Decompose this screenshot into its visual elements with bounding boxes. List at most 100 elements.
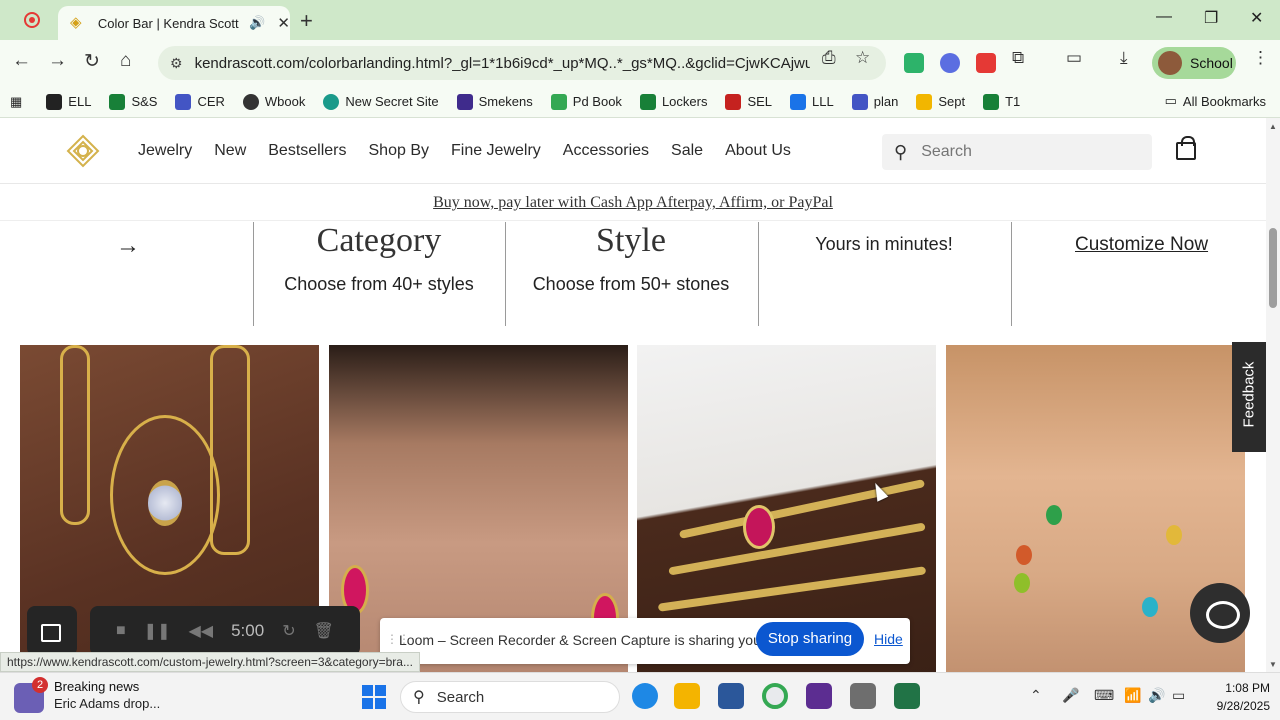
bookmark-star-icon[interactable]: ☆ <box>855 48 870 68</box>
promo-link[interactable]: Buy now, pay later with Cash App Afterpa… <box>433 194 833 211</box>
scroll-up-icon[interactable]: ▲ <box>1269 122 1277 131</box>
bookmark-item[interactable]: Sept <box>916 93 965 110</box>
step-title: Style <box>596 222 666 259</box>
search-icon: ⚲ <box>413 689 425 706</box>
nav-sale[interactable]: Sale <box>671 142 703 160</box>
all-bookmarks[interactable]: ▭ All Bookmarks <box>1165 93 1266 109</box>
nav-shop-by[interactable]: Shop By <box>369 142 429 160</box>
nav-fine-jewelry[interactable]: Fine Jewelry <box>451 142 541 160</box>
edge-icon[interactable] <box>632 683 658 709</box>
url-text[interactable]: kendrascott.com/colorbarlanding.html?_gl… <box>195 55 810 72</box>
apps-grid-icon[interactable]: ▦ <box>10 94 22 110</box>
extensions-puzzle-icon[interactable]: ⧉ <box>1012 48 1024 68</box>
hide-link[interactable]: Hide <box>874 631 903 647</box>
snipping-tool-icon[interactable] <box>850 683 876 709</box>
cast-icon[interactable]: ▭ <box>1066 48 1082 68</box>
bookmark-item[interactable]: T1 <box>983 93 1020 110</box>
stop-recording-icon[interactable]: ■ <box>116 622 126 640</box>
ring-shape <box>1046 505 1062 525</box>
site-info-icon[interactable]: ⚙ <box>170 55 183 72</box>
stop-sharing-button[interactable]: Stop sharing <box>756 622 864 656</box>
nav-bestsellers[interactable]: Bestsellers <box>268 142 346 160</box>
rewind-icon[interactable]: ◀◀ <box>188 621 213 641</box>
step-category: Category Choose from 40+ styles <box>253 222 505 295</box>
extension-icon[interactable] <box>940 53 960 73</box>
search-input[interactable] <box>921 143 1122 161</box>
bookmark-label: CER <box>197 94 225 109</box>
excel-icon[interactable] <box>894 683 920 709</box>
close-tab-icon[interactable]: ✕ <box>277 14 290 32</box>
bookmark-favicon-icon <box>790 93 807 110</box>
recording-icon[interactable] <box>24 12 40 28</box>
menu-kebab-icon[interactable]: ⋮ <box>1252 48 1269 68</box>
clock-time: 1:08 PM <box>1225 681 1270 695</box>
file-explorer-icon[interactable] <box>674 683 700 709</box>
extension-icon[interactable] <box>904 53 924 73</box>
feedback-tab[interactable]: Feedback <box>1232 342 1266 452</box>
chevron-up-icon[interactable]: ⌃ <box>1030 687 1042 704</box>
word-icon[interactable] <box>718 683 744 709</box>
windows-start-icon[interactable] <box>362 685 386 709</box>
taskbar-search[interactable]: ⚲ Search <box>400 681 620 713</box>
loom-timer: 5:00 <box>231 621 265 640</box>
search-icon[interactable]: ⚲ <box>894 142 907 163</box>
home-icon[interactable]: ⌂ <box>120 50 131 72</box>
bookmark-item[interactable]: LLL <box>790 93 834 110</box>
minimize-icon[interactable]: — <box>1156 8 1172 26</box>
install-app-icon[interactable]: ⎙ <box>822 48 836 68</box>
restore-icon[interactable]: ❐ <box>1204 8 1218 28</box>
nav-jewelry[interactable]: Jewelry <box>138 142 192 160</box>
download-icon[interactable]: ⤓ <box>1120 48 1128 68</box>
loom-camera-icon[interactable] <box>27 606 77 656</box>
forward-icon[interactable]: → <box>48 50 67 72</box>
trash-icon[interactable]: 🗑 <box>314 621 334 641</box>
site-search[interactable]: ⚲ <box>882 134 1152 170</box>
news-widget[interactable]: 2 Breaking news Eric Adams drop... <box>14 677 160 713</box>
bookmark-item[interactable]: Pd Book <box>550 93 622 110</box>
shopping-bag-icon[interactable] <box>1176 136 1196 160</box>
bookmark-favicon-icon <box>983 93 1000 110</box>
chain-shape <box>60 345 90 525</box>
bookmark-item[interactable]: Wbook <box>242 93 305 110</box>
customize-now-link[interactable]: Customize Now <box>1075 234 1208 256</box>
chrome-icon[interactable] <box>762 683 788 709</box>
close-window-icon[interactable]: ✕ <box>1250 8 1263 28</box>
loom-extension-icon[interactable] <box>976 53 996 73</box>
chat-bubble-icon[interactable] <box>1190 583 1250 643</box>
mail-icon[interactable] <box>806 683 832 709</box>
battery-icon[interactable]: ▭ <box>1172 687 1185 704</box>
bookmark-item[interactable]: CER <box>175 93 225 110</box>
bookmark-item[interactable]: SEL <box>725 93 772 110</box>
scroll-thumb[interactable] <box>1269 228 1277 308</box>
clock[interactable]: 1:08 PM 9/28/2025 <box>1200 679 1270 715</box>
promo-banner: Buy now, pay later with Cash App Afterpa… <box>0 185 1266 221</box>
pause-icon[interactable]: ❚❚ <box>144 621 171 641</box>
bookmark-item[interactable]: ELL <box>46 93 91 110</box>
keyboard-icon[interactable]: ⌨ <box>1094 687 1114 704</box>
kendra-scott-logo[interactable] <box>66 134 100 168</box>
volume-icon[interactable]: 🔊 <box>1148 687 1165 704</box>
ring-shape <box>1142 597 1158 617</box>
wifi-icon[interactable]: 📶 <box>1124 687 1141 704</box>
back-icon[interactable]: ← <box>12 50 31 72</box>
nav-new[interactable]: New <box>214 142 246 160</box>
scrollbar[interactable]: ▲ ▼ <box>1266 118 1280 674</box>
reload-icon[interactable]: ↻ <box>84 50 100 73</box>
bookmark-item[interactable]: Smekens <box>456 93 533 110</box>
bookmark-favicon-icon <box>242 93 259 110</box>
nav-accessories[interactable]: Accessories <box>563 142 649 160</box>
nav-about-us[interactable]: About Us <box>725 142 791 160</box>
restart-icon[interactable]: ↻ <box>282 621 295 641</box>
profile-button[interactable]: School <box>1152 47 1236 79</box>
address-bar[interactable]: ⚙ kendrascott.com/colorbarlanding.html?_… <box>158 46 886 80</box>
scroll-down-icon[interactable]: ▼ <box>1269 660 1277 669</box>
microphone-icon[interactable]: 🎤 <box>1062 687 1079 704</box>
bookmark-item[interactable]: S&S <box>109 93 157 110</box>
bookmark-item[interactable]: New Secret Site <box>323 93 439 110</box>
bookmark-item[interactable]: plan <box>851 93 898 110</box>
tab-color-bar[interactable]: ◈ Color Bar | Kendra Scott 🔊 ✕ <box>58 6 290 40</box>
avatar <box>1158 51 1182 75</box>
new-tab-icon[interactable]: + <box>300 8 313 34</box>
speaker-icon[interactable]: 🔊 <box>249 15 265 31</box>
bookmark-item[interactable]: Lockers <box>639 93 707 110</box>
